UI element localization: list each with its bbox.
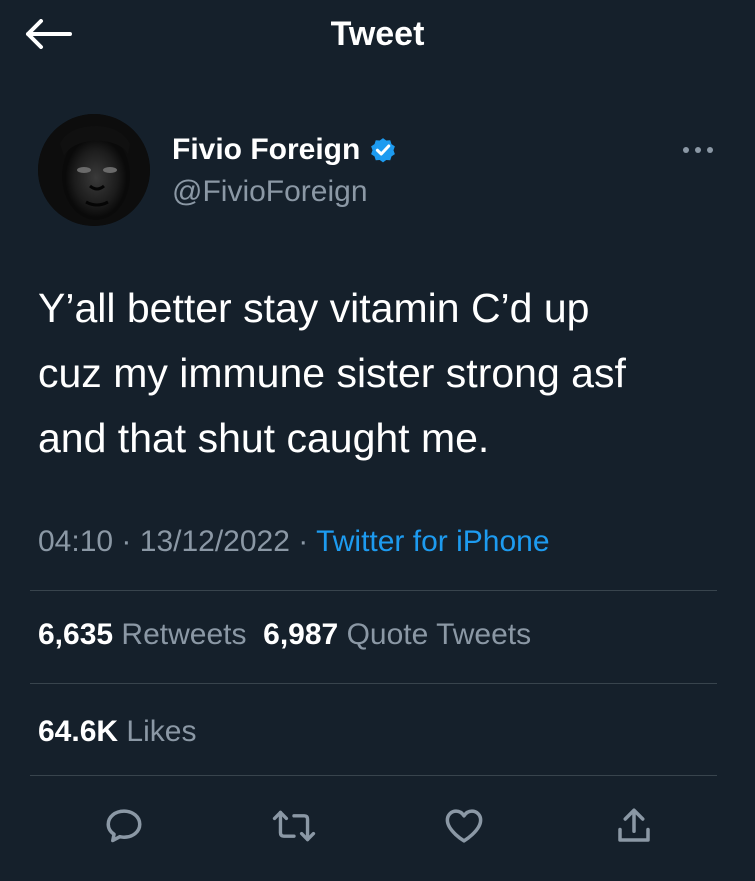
display-name-row: Fivio Foreign xyxy=(172,130,398,170)
more-options-button[interactable] xyxy=(678,136,718,164)
page-title: Tweet xyxy=(330,15,425,53)
likes-stats-row: 64.6K Likes xyxy=(38,710,196,754)
user-handle[interactable]: @FivioForeign xyxy=(172,172,368,212)
quote-tweets-label: Quote Tweets xyxy=(346,618,532,651)
top-bar: Tweet xyxy=(0,0,755,70)
avatar[interactable] xyxy=(38,114,150,226)
share-button[interactable] xyxy=(610,802,658,850)
tweet-source-link[interactable]: Twitter for iPhone xyxy=(316,525,549,558)
retweet-stats-row: 6,635 Retweets 6,987 Quote Tweets xyxy=(38,613,531,657)
avatar-photo-icon xyxy=(38,114,150,226)
divider xyxy=(30,775,717,776)
divider xyxy=(30,590,717,591)
tweet-metadata: 04:10 · 13/12/2022 · Twitter for iPhone xyxy=(38,520,550,564)
retweet-icon xyxy=(272,810,316,842)
like-icon xyxy=(445,809,483,843)
reply-button[interactable] xyxy=(100,802,148,850)
quote-tweets-stat[interactable]: 6,987 Quote Tweets xyxy=(263,618,531,651)
likes-label: Likes xyxy=(126,715,197,748)
display-name[interactable]: Fivio Foreign xyxy=(172,130,360,170)
tweet-actions-bar xyxy=(0,796,755,856)
like-button[interactable] xyxy=(440,802,488,850)
divider xyxy=(30,683,717,684)
likes-stat[interactable]: 64.6K Likes xyxy=(38,715,196,748)
likes-count: 64.6K xyxy=(38,715,119,748)
quote-tweets-count: 6,987 xyxy=(263,618,339,651)
retweets-label: Retweets xyxy=(121,618,247,651)
verified-badge-icon xyxy=(371,138,396,163)
retweets-count: 6,635 xyxy=(38,618,114,651)
tweet-author: Fivio Foreign @FivioForeign xyxy=(38,114,718,226)
retweets-stat[interactable]: 6,635 Retweets xyxy=(38,618,246,651)
share-icon xyxy=(618,808,650,842)
reply-icon xyxy=(106,809,142,843)
tweet-text: Y’all better stay vitamin C’d up cuz my … xyxy=(38,285,626,461)
meta-separator: · xyxy=(121,525,132,558)
tweet-time: 04:10 xyxy=(38,525,114,558)
retweet-button[interactable] xyxy=(270,802,318,850)
more-horizontal-icon xyxy=(683,147,713,153)
meta-separator: · xyxy=(298,525,309,558)
tweet-date: 13/12/2022 xyxy=(139,525,290,558)
